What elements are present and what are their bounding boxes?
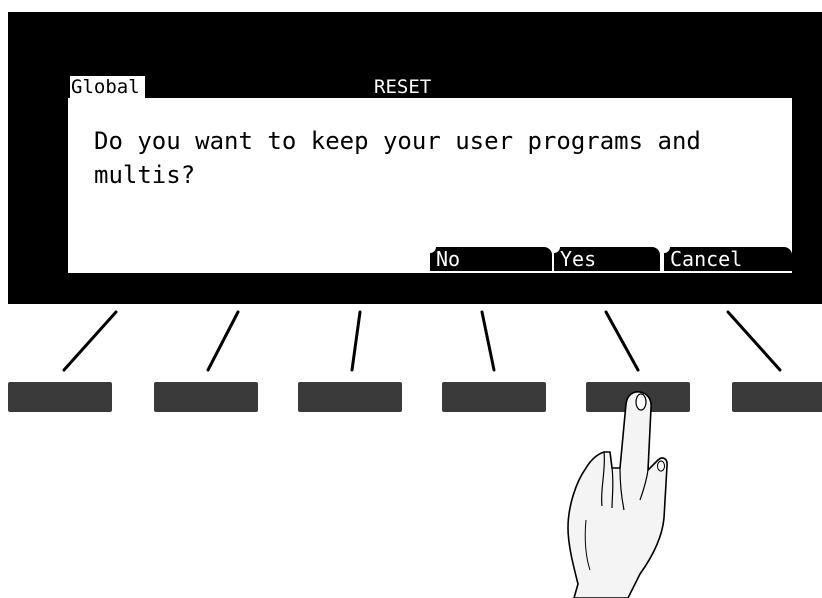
leader-line-5 (604, 310, 640, 372)
lcd-screen: Global RESET Do you want to keep your us… (68, 76, 792, 273)
soft-button-6[interactable] (732, 382, 822, 412)
lcd-top-bar: Global RESET (68, 76, 792, 98)
soft-button-2[interactable] (154, 382, 258, 412)
soft-button-5[interactable] (586, 382, 690, 412)
softkey-cancel[interactable]: Cancel (664, 247, 792, 271)
leader-line-3 (350, 310, 362, 372)
page-title: RESET (374, 76, 432, 98)
leader-line-1 (62, 310, 118, 372)
soft-button-1[interactable] (8, 382, 112, 412)
leader-line-6 (726, 310, 782, 372)
softkey-yes[interactable]: Yes (554, 247, 660, 271)
display-bezel: Global RESET Do you want to keep your us… (8, 12, 822, 304)
leader-line-4 (480, 310, 496, 372)
mode-label: Global (70, 76, 145, 98)
softkey-no[interactable]: No (430, 247, 552, 271)
soft-button-4[interactable] (442, 382, 546, 412)
soft-button-3[interactable] (298, 382, 402, 412)
leader-line-2 (206, 310, 240, 372)
dialog-message: Do you want to keep your user programs a… (94, 127, 701, 189)
